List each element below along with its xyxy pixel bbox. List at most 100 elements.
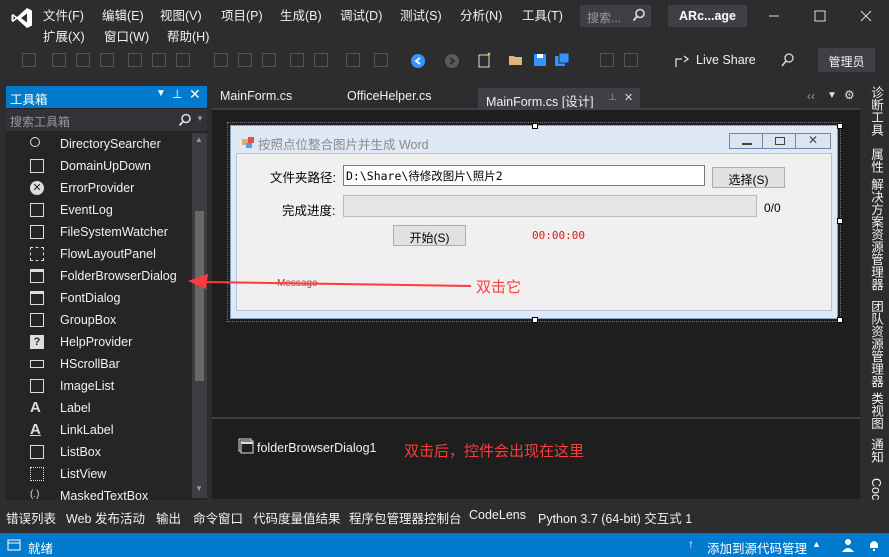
admin-button[interactable]: 管理员 (818, 48, 875, 72)
uncomment-icon[interactable] (624, 53, 638, 67)
pin-icon[interactable]: ⊥ (608, 92, 617, 103)
order-back-icon[interactable] (374, 53, 388, 67)
align-bottom-icon[interactable] (176, 53, 190, 67)
menu-help[interactable]: 帮助(H) (167, 26, 209, 45)
add-to-source-control[interactable]: 添加到源代码管理 (707, 538, 807, 557)
menu-file[interactable]: 文件(F) (43, 5, 84, 24)
align-top-icon[interactable] (128, 53, 142, 67)
toolbox-item-listbox[interactable]: ListBox (6, 442, 192, 464)
forward-arrow-icon[interactable] (444, 53, 460, 69)
folder-browser-dialog-component[interactable]: folderBrowserDialog1 (257, 441, 377, 455)
close-panel-icon[interactable]: ✕ (189, 86, 201, 103)
tab-diagnostics[interactable]: 诊断工具 (867, 86, 883, 136)
source-control-dropdown-icon[interactable]: ▲ (812, 539, 821, 549)
folder-path-input[interactable]: D:\Share\待修改图片\照片2 (343, 165, 705, 186)
layout-align-icon[interactable] (22, 53, 36, 67)
search-dropdown-icon[interactable]: ▼ (196, 114, 204, 123)
user-icon[interactable] (840, 538, 856, 552)
toolbox-item-folderbrowserdialog[interactable]: FolderBrowserDialog (6, 266, 192, 288)
back-arrow-icon[interactable] (410, 53, 426, 69)
form-minimize-icon[interactable] (729, 133, 764, 149)
order-front-icon[interactable] (346, 53, 360, 67)
search-box[interactable]: 搜索... (580, 5, 651, 27)
toolbox-scrollbar-thumb[interactable] (195, 211, 204, 381)
tab-notifications[interactable]: 通知 (867, 438, 883, 463)
feedback-icon[interactable] (780, 52, 796, 68)
align-middle-icon[interactable] (152, 53, 166, 67)
tab-codelens[interactable]: CodeLens (469, 508, 526, 522)
toolbox-item-hscrollbar[interactable]: HScrollBar (6, 354, 192, 376)
toolbox-item-imagelist[interactable]: ImageList (6, 376, 192, 398)
menu-extensions[interactable]: 扩展(X) (43, 26, 85, 45)
tabs-dropdown-icon[interactable]: ▼ (827, 90, 837, 101)
comment-icon[interactable] (600, 53, 614, 67)
menu-tools[interactable]: 工具(T) (522, 5, 563, 24)
same-height-icon[interactable] (238, 53, 252, 67)
toolbox-item-directorysearcher[interactable]: DirectorySearcher (6, 134, 192, 156)
toolbox-item-errorprovider[interactable]: ✕ ErrorProvider (6, 178, 192, 200)
tab-output[interactable]: 输出 (156, 508, 181, 527)
tab-solution-explorer[interactable]: 解决方案资源管理器 (867, 178, 883, 291)
toolbox-item-groupbox[interactable]: GroupBox (6, 310, 192, 332)
align-left-icon[interactable] (52, 53, 66, 67)
menu-debug[interactable]: 调试(D) (340, 5, 382, 24)
close-tab-icon[interactable]: ✕ (624, 91, 633, 104)
same-size-icon[interactable] (262, 53, 276, 67)
tab-error-list[interactable]: 错误列表 (6, 508, 56, 527)
scroll-down-icon[interactable]: ▼ (195, 484, 203, 493)
form-maximize-icon[interactable] (762, 133, 797, 149)
align-right-icon[interactable] (100, 53, 114, 67)
toolbox-item-maskedtextbox[interactable]: (.) MaskedTextBox (6, 486, 192, 500)
choose-button[interactable]: 选择(S) (712, 167, 785, 188)
tab-officehelper-cs[interactable]: OfficeHelper.cs (339, 88, 440, 108)
toolbox-item-filesystemwatcher[interactable]: FileSystemWatcher (6, 222, 192, 244)
start-button[interactable]: 开始(S) (393, 225, 466, 246)
tab-package-manager-console[interactable]: 程序包管理器控制台 (349, 508, 462, 527)
resize-handle-bottom[interactable] (532, 317, 538, 323)
menu-analyze[interactable]: 分析(N) (460, 5, 502, 24)
tab-code-metrics[interactable]: 代码度量值结果 (253, 508, 341, 527)
live-share-button[interactable]: Live Share (674, 52, 764, 70)
tabs-overflow-icon[interactable]: ‹‹ (807, 89, 815, 103)
same-width-icon[interactable] (214, 53, 228, 67)
form-close-icon[interactable]: ✕ (795, 133, 831, 149)
tab-command-window[interactable]: 命令窗口 (193, 508, 243, 527)
open-folder-icon[interactable] (508, 52, 524, 68)
spacing-vert-icon[interactable] (314, 53, 328, 67)
toolbox-item-eventlog[interactable]: EventLog (6, 200, 192, 222)
tab-mainform-designer[interactable]: MainForm.cs [设计] ⊥ ✕ (478, 88, 640, 109)
scroll-up-icon[interactable]: ▲ (195, 135, 203, 144)
menu-build[interactable]: 生成(B) (280, 5, 322, 24)
pin-icon[interactable]: ⊥ (172, 87, 182, 101)
toolbox-item-helpprovider[interactable]: ? HelpProvider (6, 332, 192, 354)
spacing-icon[interactable] (290, 53, 304, 67)
minimize-icon[interactable] (764, 6, 784, 26)
menu-view[interactable]: 视图(V) (160, 5, 202, 24)
save-icon[interactable] (532, 52, 548, 68)
new-item-icon[interactable] (476, 52, 492, 68)
toolbox-item-label[interactable]: A Label (6, 398, 192, 420)
toolbox-item-flowlayoutpanel[interactable]: FlowLayoutPanel (6, 244, 192, 266)
tab-properties[interactable]: 属性 (867, 148, 883, 173)
resize-handle-top[interactable] (532, 123, 538, 129)
tab-class-view[interactable]: 类视图 (867, 392, 883, 430)
tab-python-interactive[interactable]: Python 3.7 (64-bit) 交互式 1 (538, 508, 692, 527)
menu-project[interactable]: 项目(P) (221, 5, 263, 24)
menu-window[interactable]: 窗口(W) (104, 26, 149, 45)
dropdown-icon[interactable]: ▼ (156, 88, 166, 99)
resize-handle-right[interactable] (837, 218, 843, 224)
toolbox-item-fontdialog[interactable]: FontDialog (6, 288, 192, 310)
tab-team-explorer[interactable]: 团队资源管理器 (867, 300, 883, 388)
settings-gear-icon[interactable]: ⚙ (844, 88, 855, 102)
resize-handle-bottom-right[interactable] (837, 317, 843, 323)
close-icon[interactable] (856, 6, 876, 26)
save-all-icon[interactable] (554, 52, 570, 68)
toolbox-item-linklabel[interactable]: A LinkLabel (6, 420, 192, 442)
toolbox-search-input[interactable]: 搜索工具箱 ▼ (6, 109, 207, 131)
tab-cocos[interactable]: Coc (867, 478, 883, 500)
tab-web-publish[interactable]: Web 发布活动 (66, 508, 145, 527)
notification-bell-icon[interactable] (866, 538, 882, 552)
toolbox-item-listview[interactable]: ListView (6, 464, 192, 486)
tab-mainform-cs[interactable]: MainForm.cs (212, 88, 300, 108)
menu-test[interactable]: 测试(S) (400, 5, 442, 24)
